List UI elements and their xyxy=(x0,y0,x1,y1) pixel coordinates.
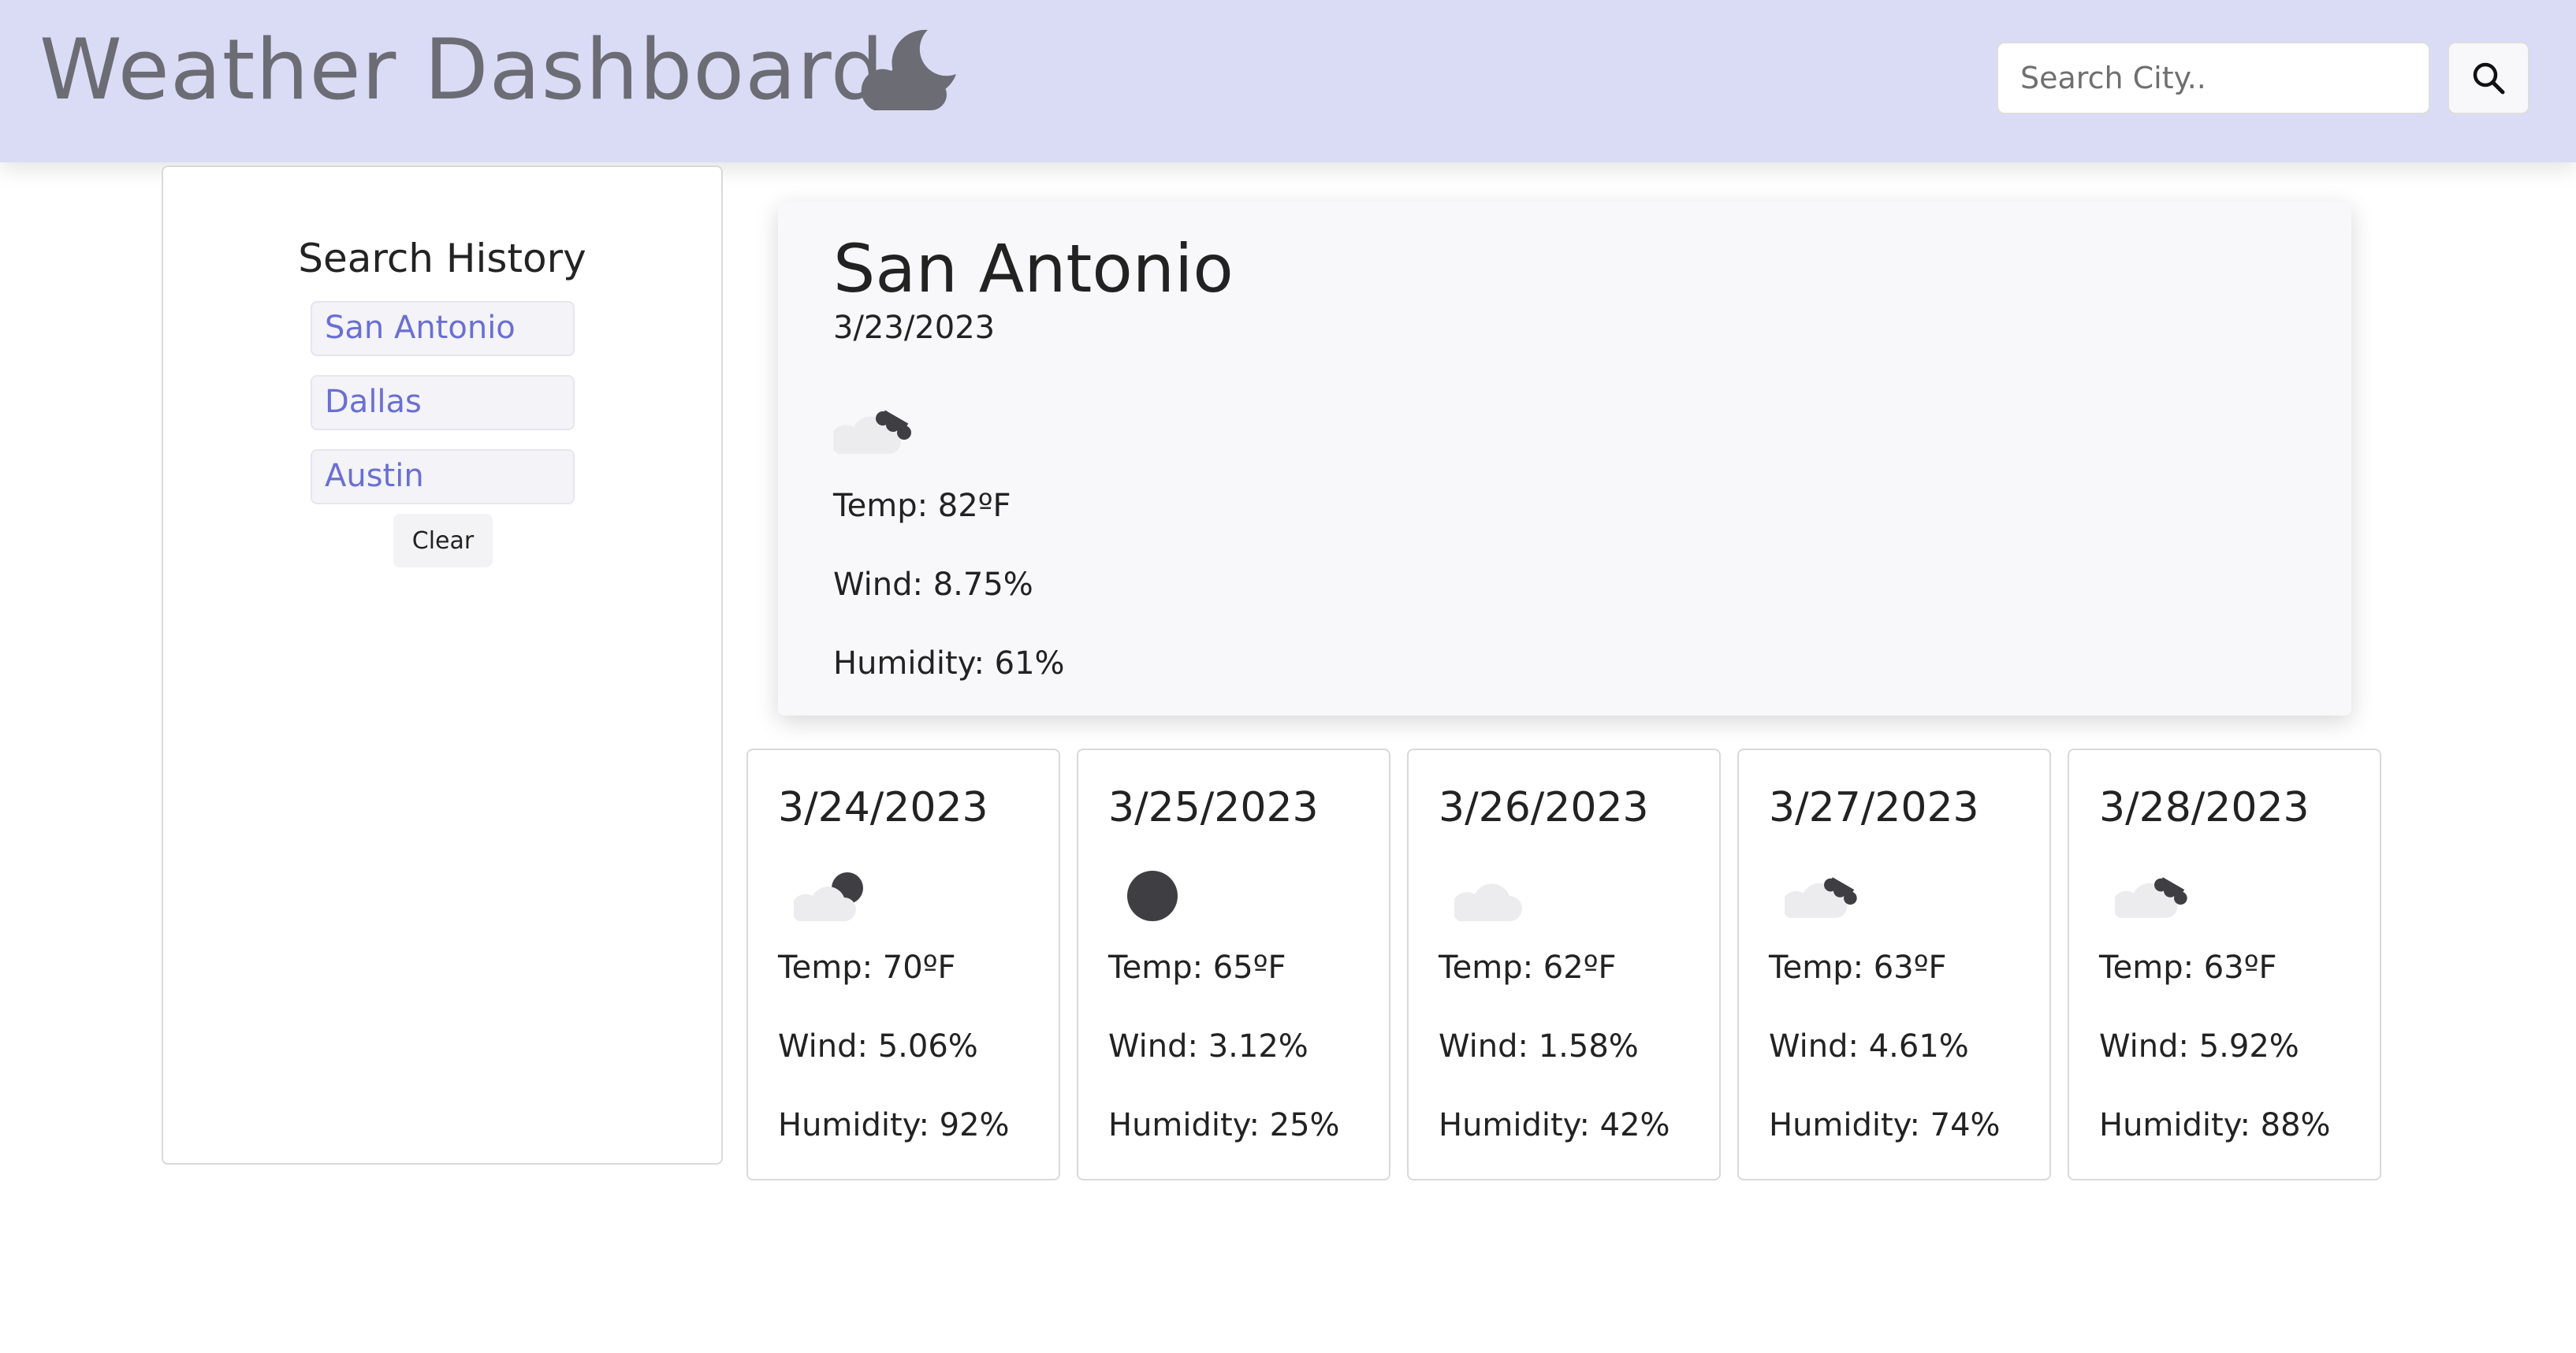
current-wind: Wind: 8.75% xyxy=(833,567,1033,603)
search-icon xyxy=(2473,62,2505,95)
current-weather-card: San Antonio 3/23/2023 Temp: 82ºF Wind: 8… xyxy=(778,202,2351,716)
search-input[interactable] xyxy=(1997,42,2430,114)
forecast-temp: Temp: 63ºF xyxy=(2099,950,2277,986)
cloud-broken-icon xyxy=(833,410,911,454)
forecast-date: 3/27/2023 xyxy=(1769,784,1979,831)
forecast-date: 3/26/2023 xyxy=(1439,784,1649,831)
cloud-broken-icon xyxy=(1785,877,1857,918)
search-history-panel: Search History San Antonio Dallas Austin… xyxy=(162,165,723,1165)
forecast-wind: Wind: 4.61% xyxy=(1769,1028,1969,1065)
app-title: Weather Dashboard xyxy=(39,21,885,118)
forecast-card: 3/26/2023 Temp: 62ºF Wind: 1.58% Humidit… xyxy=(1407,749,1721,1180)
forecast-wind: Wind: 1.58% xyxy=(1439,1028,1639,1065)
forecast-wind: Wind: 3.12% xyxy=(1108,1028,1308,1065)
forecast-humidity: Humidity: 25% xyxy=(1108,1107,1340,1143)
clear-night-icon xyxy=(1127,871,1178,921)
forecast-humidity: Humidity: 88% xyxy=(2099,1107,2331,1143)
current-date: 3/23/2023 xyxy=(833,310,996,346)
search-history-title: Search History xyxy=(298,236,586,281)
current-temp: Temp: 82ºF xyxy=(833,488,1011,524)
forecast-temp: Temp: 62ºF xyxy=(1439,950,1617,986)
cloud-partial-icon xyxy=(794,872,863,921)
cloud-broken-icon xyxy=(2115,877,2187,918)
forecast-card: 3/27/2023 Temp: 63ºF Wind: 4.61% Humidit… xyxy=(1737,749,2051,1180)
forecast-humidity: Humidity: 92% xyxy=(778,1107,1010,1143)
forecast-card: 3/28/2023 Temp: 63ºF Wind: 5.92% Humidit… xyxy=(2068,749,2381,1180)
cloud-icon xyxy=(1454,883,1522,921)
history-item-dallas[interactable]: Dallas xyxy=(311,375,575,430)
forecast-card: 3/25/2023 Temp: 65ºF Wind: 3.12% Humidit… xyxy=(1077,749,1390,1180)
forecast-humidity: Humidity: 74% xyxy=(1769,1107,2001,1143)
clear-history-button[interactable]: Clear xyxy=(393,514,493,567)
forecast-date: 3/24/2023 xyxy=(778,784,988,831)
forecast-wind: Wind: 5.92% xyxy=(2099,1028,2299,1065)
forecast-temp: Temp: 70ºF xyxy=(778,950,956,986)
forecast-temp: Temp: 65ºF xyxy=(1108,950,1286,986)
forecast-card: 3/24/2023 Temp: 70ºF Wind: 5.06% Humidit… xyxy=(746,749,1060,1180)
forecast-temp: Temp: 63ºF xyxy=(1769,950,1947,986)
forecast-humidity: Humidity: 42% xyxy=(1439,1107,1670,1143)
history-item-san-antonio[interactable]: San Antonio xyxy=(311,301,575,356)
header-bar: Weather Dashboard xyxy=(0,0,2576,162)
history-item-austin[interactable]: Austin xyxy=(311,449,575,504)
cloud-moon-icon xyxy=(861,29,956,110)
forecast-wind: Wind: 5.06% xyxy=(778,1028,978,1065)
search-button[interactable] xyxy=(2448,42,2529,114)
forecast-date: 3/25/2023 xyxy=(1108,784,1319,831)
forecast-date: 3/28/2023 xyxy=(2099,784,2310,831)
current-city: San Antonio xyxy=(833,230,1234,307)
current-humidity: Humidity: 61% xyxy=(833,645,1065,682)
